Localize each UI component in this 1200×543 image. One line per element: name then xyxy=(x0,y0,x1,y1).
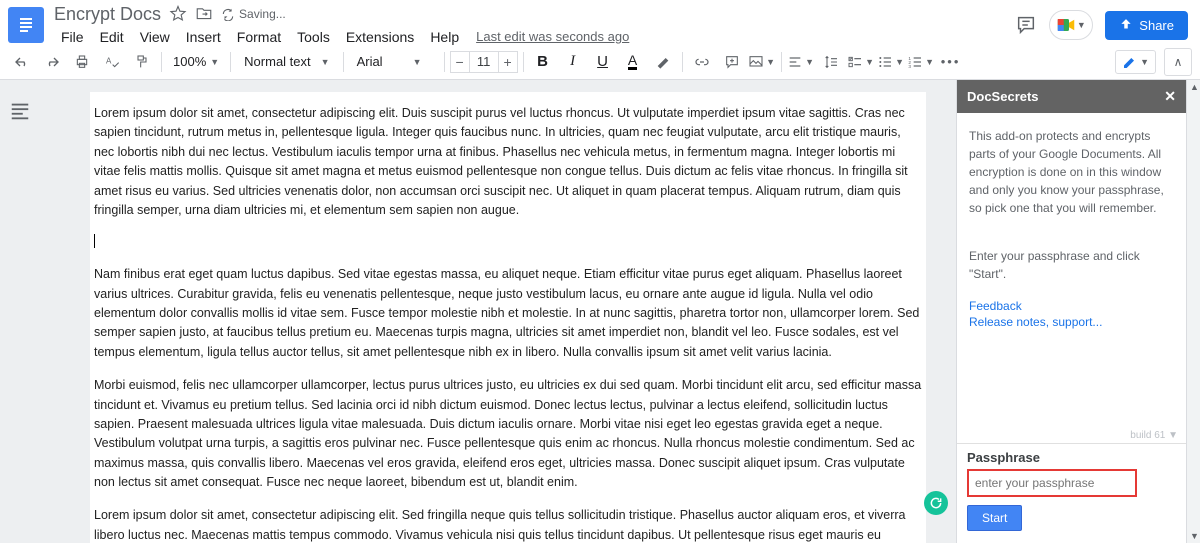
underline-button[interactable]: U xyxy=(589,48,617,76)
italic-button[interactable]: I xyxy=(559,48,587,76)
menu-view[interactable]: View xyxy=(133,27,177,47)
menu-file[interactable]: File xyxy=(54,27,91,47)
sidebar-intro-text: This add-on protects and encrypts parts … xyxy=(969,127,1174,217)
paint-format-button[interactable] xyxy=(128,48,156,76)
spellcheck-button[interactable]: A xyxy=(98,48,126,76)
sidebar-title: DocSecrets xyxy=(967,89,1039,104)
sidebar-header: DocSecrets ✕ xyxy=(957,80,1186,113)
align-button[interactable]: ▼ xyxy=(787,48,815,76)
font-size-increase[interactable]: + xyxy=(498,51,518,73)
paragraph[interactable]: Lorem ipsum dolor sit amet, consectetur … xyxy=(90,104,926,220)
passphrase-input[interactable] xyxy=(967,469,1137,497)
move-icon[interactable] xyxy=(195,5,213,23)
scroll-down-icon[interactable]: ▼ xyxy=(1190,531,1199,541)
undo-button[interactable] xyxy=(8,48,36,76)
style-select[interactable]: Normal text▼ xyxy=(236,51,337,72)
line-spacing-button[interactable] xyxy=(817,48,845,76)
build-label: build 61 ▼ xyxy=(957,428,1186,443)
redo-button[interactable] xyxy=(38,48,66,76)
insert-link-button[interactable] xyxy=(688,48,716,76)
document-area[interactable]: Lorem ipsum dolor sit amet, consectetur … xyxy=(40,80,956,543)
font-size-decrease[interactable]: − xyxy=(450,51,470,73)
print-button[interactable] xyxy=(68,48,96,76)
passphrase-section: Passphrase Start xyxy=(957,443,1186,543)
docs-logo-icon[interactable] xyxy=(8,7,44,43)
addon-sidebar: DocSecrets ✕ This add-on protects and en… xyxy=(956,80,1186,543)
menu-tools[interactable]: Tools xyxy=(290,27,337,47)
menu-help[interactable]: Help xyxy=(423,27,466,47)
svg-text:A: A xyxy=(106,56,112,65)
insert-image-button[interactable]: ▼ xyxy=(748,48,776,76)
checklist-button[interactable]: ▼ xyxy=(847,48,875,76)
more-button[interactable]: ••• xyxy=(937,48,965,76)
font-select[interactable]: Arial▼ xyxy=(349,51,439,72)
bold-button[interactable]: B xyxy=(529,48,557,76)
sidebar-body: This add-on protects and encrypts parts … xyxy=(957,113,1186,428)
paragraph[interactable]: Nam finibus erat eget quam luctus dapibu… xyxy=(90,265,926,362)
add-comment-button[interactable] xyxy=(718,48,746,76)
comments-icon[interactable] xyxy=(1015,14,1037,36)
menu-extensions[interactable]: Extensions xyxy=(339,27,421,47)
saving-status: Saving... xyxy=(221,7,286,21)
highlight-button[interactable] xyxy=(649,48,677,76)
outline-rail xyxy=(0,80,40,543)
font-size-stepper: − 11 + xyxy=(450,51,518,73)
paragraph[interactable]: Morbi euismod, felis nec ullamcorper ull… xyxy=(90,376,926,492)
title-right: ▼ Share xyxy=(1015,10,1188,40)
cloud-saving-icon xyxy=(221,7,235,21)
toolbar: A 100%▼ Normal text▼ Arial▼ − 11 + B I U… xyxy=(0,44,1200,80)
passphrase-label: Passphrase xyxy=(967,450,1176,465)
menu-format[interactable]: Format xyxy=(230,27,288,47)
editing-mode-button[interactable]: ▼ xyxy=(1115,50,1156,74)
start-button[interactable]: Start xyxy=(967,505,1022,531)
title-bar: Encrypt Docs Saving... File Edit View In… xyxy=(0,0,1200,44)
grammarly-icon[interactable] xyxy=(924,491,948,515)
menu-edit[interactable]: Edit xyxy=(93,27,131,47)
paragraph[interactable]: Lorem ipsum dolor sit amet, consectetur … xyxy=(90,506,926,543)
svg-text:3: 3 xyxy=(908,64,911,69)
document-title[interactable]: Encrypt Docs xyxy=(54,4,161,25)
outline-icon[interactable] xyxy=(9,100,31,122)
text-color-button[interactable]: A xyxy=(619,48,647,76)
numbered-list-button[interactable]: 123▼ xyxy=(907,48,935,76)
share-button[interactable]: Share xyxy=(1105,11,1188,40)
hide-menus-button[interactable]: ∧ xyxy=(1164,48,1192,76)
zoom-select[interactable]: 100%▼ xyxy=(167,51,225,72)
font-size-value[interactable]: 11 xyxy=(470,51,498,73)
text-cursor xyxy=(94,234,95,248)
bullet-list-button[interactable]: ▼ xyxy=(877,48,905,76)
sidebar-instruction-text: Enter your passphrase and click "Start". xyxy=(969,247,1174,283)
release-notes-link[interactable]: Release notes, support... xyxy=(969,315,1174,329)
scroll-up-icon[interactable]: ▲ xyxy=(1190,82,1199,92)
last-edit-link[interactable]: Last edit was seconds ago xyxy=(476,29,629,44)
title-center: Encrypt Docs Saving... File Edit View In… xyxy=(54,4,1015,47)
scrollbar[interactable]: ▲ ▼ xyxy=(1186,80,1200,543)
star-icon[interactable] xyxy=(169,5,187,23)
meet-button[interactable]: ▼ xyxy=(1049,10,1093,40)
feedback-link[interactable]: Feedback xyxy=(969,299,1174,313)
menu-insert[interactable]: Insert xyxy=(179,27,228,47)
document-page: Lorem ipsum dolor sit amet, consectetur … xyxy=(90,92,926,543)
close-icon[interactable]: ✕ xyxy=(1164,88,1176,105)
main-area: Lorem ipsum dolor sit amet, consectetur … xyxy=(0,80,1200,543)
menu-bar: File Edit View Insert Format Tools Exten… xyxy=(54,27,1015,47)
